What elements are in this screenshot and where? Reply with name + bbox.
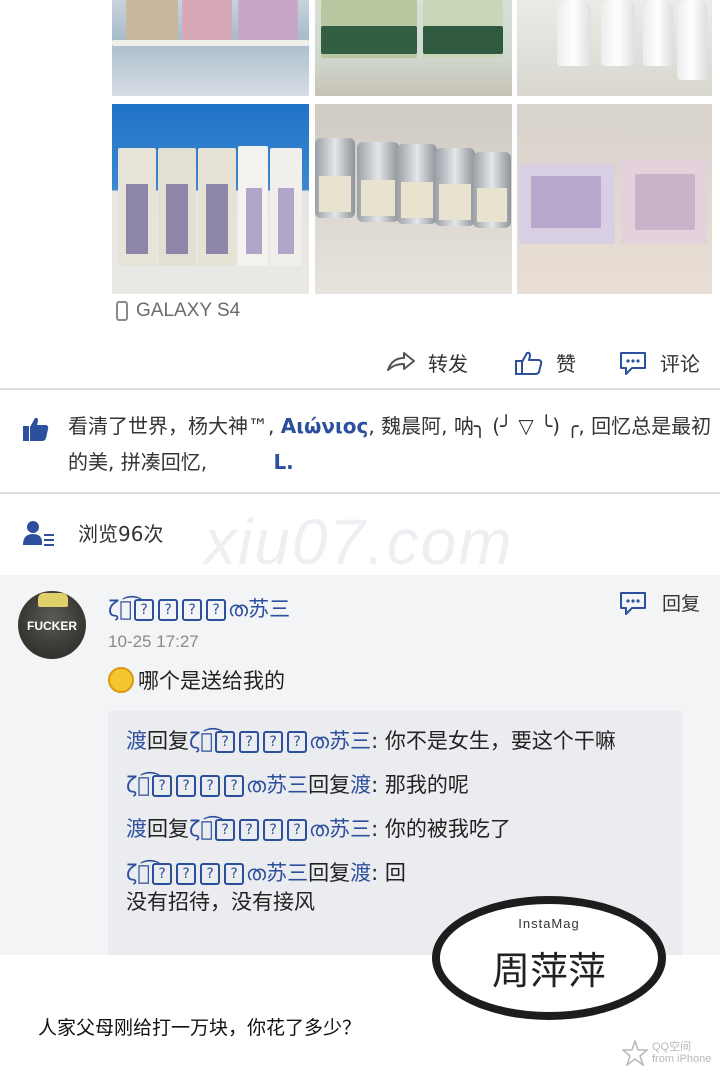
missing-glyph-box: ? (239, 731, 260, 753)
avatar-hat (38, 593, 68, 607)
missing-glyph-box: ? (206, 599, 227, 621)
avatar[interactable]: FUCKER (18, 591, 86, 659)
reply-from: ത苏三 (246, 773, 309, 797)
reply-text: : 回 (371, 861, 406, 885)
reply-from-prefix: ζั͡ (126, 773, 151, 797)
missing-glyph-box: ? (158, 599, 179, 621)
instamag-name: 周萍萍 (491, 949, 606, 993)
views-row: 浏览96次 (22, 518, 163, 547)
reply-item[interactable]: ζั͡???? ത苏三回复渡: 那我的呢 (126, 769, 664, 801)
missing-glyph-box: ? (152, 863, 173, 885)
views-count: 浏览96次 (78, 522, 164, 546)
photo-5[interactable] (315, 104, 512, 294)
watermark: xiu07.com (204, 506, 514, 578)
grimace-emoji-icon (108, 667, 134, 693)
comment-section: FUCKER ζั͡???? ത苏三 10-25 17:27 哪个是送给我的 回复… (0, 575, 720, 955)
missing-glyph-box: ? (200, 775, 221, 797)
photo-6[interactable] (517, 104, 712, 294)
reply-verb: 回复 (308, 861, 351, 885)
caption-text: 人家父母刚给打一万块，你花了多少？ (38, 1017, 362, 1039)
thumbs-up-icon (515, 351, 543, 375)
reply-from: 渡 (126, 729, 147, 753)
reply-to-prefix: ζั͡ (189, 729, 214, 753)
reply-from: 渡 (126, 817, 147, 841)
instamag-badge: InstaMag 周萍萍 (432, 896, 666, 1020)
reply-button[interactable]: 回复 (618, 589, 700, 616)
avatar-text: FUCKER (27, 619, 77, 633)
reply-item[interactable]: ζั͡???? ത苏三回复渡: 回 (126, 857, 664, 889)
missing-glyph-box: ? (239, 819, 260, 841)
comment-icon (620, 591, 646, 615)
like-label: 赞 (556, 352, 576, 376)
reply-item[interactable]: 渡回复ζั͡???? ത苏三: 你不是女生，要这个干嘛 (126, 725, 664, 757)
missing-glyph-box: ? (287, 731, 308, 753)
missing-glyph-box: ? (134, 599, 155, 621)
thumbs-up-filled-icon (23, 417, 49, 441)
missing-glyph-box: ? (200, 863, 221, 885)
comment-body: 哪个是送给我的 (108, 665, 285, 695)
reply-text: : 你的被我吃了 (371, 817, 511, 841)
missing-glyph-box: ? (182, 599, 203, 621)
photo-2[interactable] (315, 0, 512, 96)
photo-3[interactable] (517, 0, 712, 96)
comment-label: 评论 (660, 352, 700, 376)
like-button[interactable]: 赞 (514, 348, 576, 377)
reply-label: 回复 (662, 593, 701, 615)
missing-glyph-box: ? (224, 863, 245, 885)
comment-time: 10-25 17:27 (108, 632, 199, 651)
missing-glyph-box: ? (215, 731, 236, 753)
missing-glyph-box: ? (176, 863, 197, 885)
reply-from-prefix: ζั͡ (126, 861, 151, 885)
divider (0, 492, 720, 494)
reply-text: : 你不是女生，要这个干嘛 (371, 729, 616, 753)
star-icon (622, 1040, 648, 1066)
qq-brand: QQ空间 (652, 1041, 692, 1053)
photo-1[interactable] (112, 0, 309, 96)
reply-to-prefix: ζั͡ (189, 817, 214, 841)
reply-text: : 那我的呢 (371, 773, 469, 797)
likers-list: 看清了世界，杨大神™, Αιώνιος, 魏晨阿, 呐╮ (╯ ▽ ╰) ╭, … (68, 408, 718, 480)
phone-icon (116, 301, 128, 321)
author-prefix: ζั͡ (108, 597, 133, 621)
qq-sub: from iPhone (652, 1053, 712, 1065)
reply-item[interactable]: 渡回复ζั͡???? ത苏三: 你的被我吃了 (126, 813, 664, 845)
missing-glyph-box: ? (152, 775, 173, 797)
missing-glyph-box: ? (263, 819, 284, 841)
comment-button[interactable]: 评论 (618, 348, 700, 377)
liker-last[interactable]: L. (273, 450, 293, 474)
instamag-label: InstaMag (518, 916, 580, 931)
share-icon (387, 351, 415, 371)
photo-4[interactable] (112, 104, 309, 294)
post-actions: 转发 赞 评论 (0, 340, 720, 384)
reply-verb: 回复 (147, 729, 189, 753)
qq-zone-watermark: QQ空间 from iPhone (622, 1040, 711, 1066)
divider (0, 388, 720, 390)
missing-glyph-box: ? (263, 731, 284, 753)
reply-verb: 回复 (147, 817, 189, 841)
comment-text: 哪个是送给我的 (138, 669, 285, 693)
share-label: 转发 (428, 352, 468, 376)
missing-glyph-box: ? (176, 775, 197, 797)
likers-prefix[interactable]: 看清了世界，杨大神™, (68, 414, 281, 438)
missing-glyph-box: ? (224, 775, 245, 797)
qq-text: QQ空间 from iPhone (652, 1041, 711, 1065)
missing-glyph-box: ? (287, 819, 308, 841)
reply-to: ത苏三 (309, 817, 372, 841)
reply-text: 没有招待，没有接风 (126, 890, 315, 914)
comment-author[interactable]: ζั͡???? ത苏三 (108, 593, 290, 623)
reply-from: ത苏三 (246, 861, 309, 885)
author-suffix: ത苏三 (228, 597, 291, 621)
reply-verb: 回复 (308, 773, 351, 797)
share-button[interactable]: 转发 (386, 348, 468, 377)
photo-grid (112, 0, 712, 296)
reply-to: 渡 (350, 861, 372, 885)
missing-glyph-box: ? (215, 819, 236, 841)
people-view-icon (23, 520, 54, 546)
reply-to: ത苏三 (309, 729, 372, 753)
device-label: GALAXY S4 (136, 300, 241, 321)
comment-icon (620, 351, 646, 375)
reply-to: 渡 (350, 773, 372, 797)
device-info: GALAXY S4 (116, 300, 240, 322)
liker-bold[interactable]: Αιώνιος (281, 414, 369, 438)
